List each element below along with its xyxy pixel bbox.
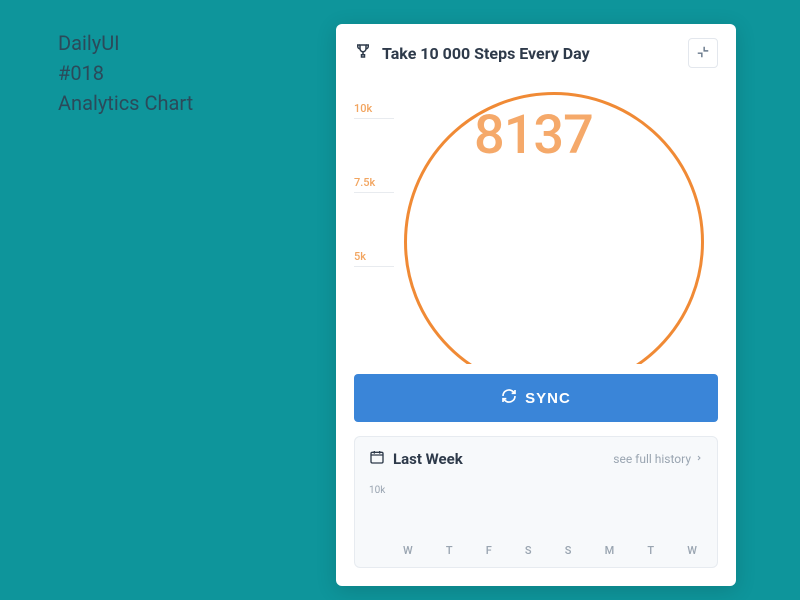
history-link-label: see full history bbox=[613, 452, 691, 466]
main-chart: 10k 7.5k 5k 8137 bbox=[354, 74, 718, 364]
mini-ytick-10k: 10k bbox=[369, 485, 385, 496]
collapse-icon bbox=[696, 45, 710, 62]
card-title: Take 10 000 Steps Every Day bbox=[382, 44, 678, 63]
history-link[interactable]: see full history bbox=[613, 452, 703, 466]
history-card: Last Week see full history 10k W T F S S… bbox=[354, 436, 718, 568]
page-label-line1: DailyUI bbox=[58, 28, 193, 58]
sync-label: SYNC bbox=[525, 390, 571, 407]
page-label: DailyUI #018 Analytics Chart bbox=[58, 28, 193, 118]
page-label-line3: Analytics Chart bbox=[58, 88, 193, 118]
sync-icon bbox=[501, 388, 517, 408]
ytick-line bbox=[354, 118, 394, 119]
card-header: Take 10 000 Steps Every Day bbox=[354, 38, 718, 68]
chevron-right-icon bbox=[695, 452, 703, 466]
ytick-line bbox=[354, 192, 394, 193]
mini-chart: 10k W T F S S M T W bbox=[369, 479, 703, 557]
calendar-icon bbox=[369, 449, 385, 469]
history-title: Last Week bbox=[393, 450, 605, 468]
ytick-5k: 5k bbox=[354, 250, 366, 263]
mini-xaxis: W T F S S M T W bbox=[397, 544, 703, 557]
sync-button[interactable]: SYNC bbox=[354, 374, 718, 422]
day-label: S bbox=[565, 544, 572, 557]
day-label: T bbox=[446, 544, 453, 557]
day-label: W bbox=[687, 544, 697, 557]
day-label: W bbox=[403, 544, 413, 557]
page-label-line2: #018 bbox=[58, 58, 193, 88]
ytick-7-5k: 7.5k bbox=[354, 176, 375, 189]
ytick-10k: 10k bbox=[354, 102, 372, 115]
day-label: T bbox=[647, 544, 654, 557]
day-label: F bbox=[486, 544, 492, 557]
steps-value: 8137 bbox=[474, 104, 593, 167]
collapse-button[interactable] bbox=[688, 38, 718, 68]
day-label: S bbox=[525, 544, 532, 557]
history-header: Last Week see full history bbox=[369, 449, 703, 469]
day-label: M bbox=[605, 544, 615, 557]
ytick-line bbox=[354, 266, 394, 267]
analytics-card: Take 10 000 Steps Every Day 10k 7.5k 5k … bbox=[336, 24, 736, 586]
trophy-icon bbox=[354, 42, 372, 64]
